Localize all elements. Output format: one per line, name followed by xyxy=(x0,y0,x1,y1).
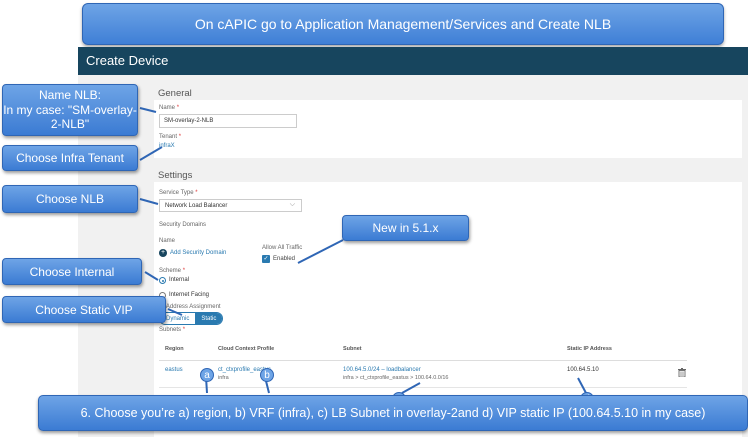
callout-choose-nlb: Choose NLB xyxy=(2,185,138,213)
callout-infra-tenant: Choose Infra Tenant xyxy=(2,145,138,171)
bottom-banner-text: 6. Choose you’re a) region, b) VRF (infr… xyxy=(80,406,706,420)
connector-tenant xyxy=(139,146,163,161)
connector-name xyxy=(139,107,157,113)
connector-new xyxy=(297,239,344,264)
connector-nlb xyxy=(139,198,159,205)
bottom-instruction-banner: 6. Choose you’re a) region, b) VRF (infr… xyxy=(38,395,748,431)
marker-b: b xyxy=(260,368,274,382)
connector-c xyxy=(401,382,421,394)
connector-internal xyxy=(144,271,159,281)
callout-choose-internal: Choose Internal xyxy=(2,258,142,285)
callout-choose-static-vip: Choose Static VIP xyxy=(2,296,166,323)
marker-a: a xyxy=(200,368,214,382)
callout-name-nlb: Name NLB: In my case: "SM-overlay-2-NLB" xyxy=(2,84,138,136)
callout-new-in-version: New in 5.1.x xyxy=(342,215,469,241)
connector-d xyxy=(577,377,587,394)
connector-static xyxy=(167,308,183,316)
